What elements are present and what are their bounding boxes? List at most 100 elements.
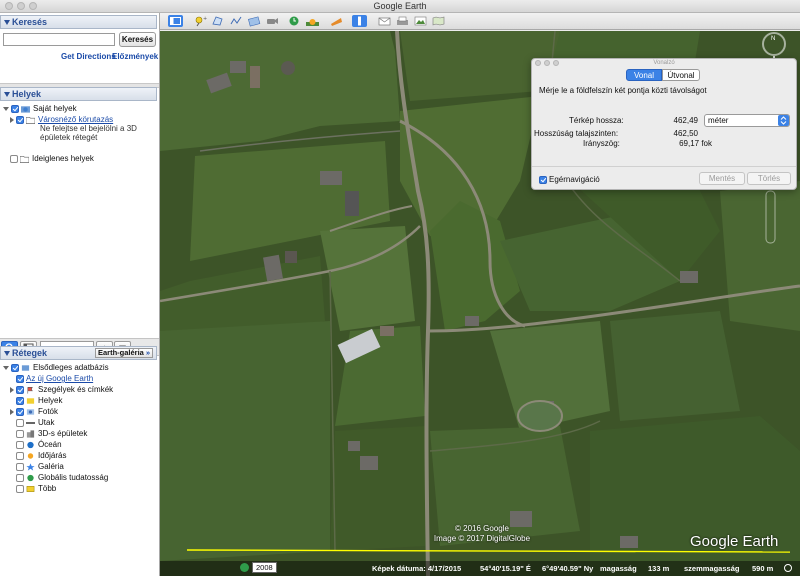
- earth-gallery-button[interactable]: Earth-galéria »: [95, 348, 153, 358]
- weather-icon: [27, 452, 34, 459]
- star-icon: [26, 462, 35, 471]
- expand-arrow-icon[interactable]: [10, 386, 14, 393]
- layer-checkbox[interactable]: [16, 451, 24, 460]
- print-button[interactable]: [395, 15, 410, 27]
- places-item-my-places[interactable]: Saját helyek: [3, 103, 77, 114]
- layer-checkbox[interactable]: [16, 440, 24, 449]
- ruler-icon: [358, 16, 361, 26]
- streaming-indicator-icon: [784, 564, 792, 572]
- sightseeing-link[interactable]: Városnéző körutazás: [38, 115, 113, 124]
- tab-path[interactable]: Útvonal: [662, 69, 700, 81]
- switch-planet-button[interactable]: [329, 15, 344, 27]
- copyright-google: © 2016 Google: [455, 524, 509, 533]
- search-panel-header[interactable]: Keresés: [0, 15, 157, 29]
- layer-label: Fotók: [38, 407, 59, 416]
- layer-item[interactable]: Fotók: [10, 406, 58, 417]
- sidebar-toggle-button[interactable]: [168, 15, 183, 27]
- layer-label: Helyek: [38, 396, 63, 405]
- layers-panel-header[interactable]: Rétegek Earth-galéria »: [0, 346, 157, 360]
- mouse-navigation-label: Egérnavigáció: [549, 175, 600, 184]
- new-google-earth-link[interactable]: Az új Google Earth: [26, 374, 93, 383]
- layer-label: Időjárás: [38, 451, 67, 460]
- layer-checkbox[interactable]: [16, 484, 24, 493]
- places-item-temporary[interactable]: Ideiglenes helyek: [10, 153, 94, 164]
- checkbox[interactable]: [10, 154, 18, 163]
- image-icon: [414, 16, 427, 26]
- unit-select[interactable]: méter: [704, 114, 790, 127]
- checkbox[interactable]: [16, 115, 24, 124]
- layer-item[interactable]: Helyek: [10, 395, 62, 406]
- folder-icon: [20, 155, 29, 163]
- layer-item[interactable]: Időjárás: [10, 450, 66, 461]
- layer-item[interactable]: Galéria: [10, 461, 64, 472]
- ruler-button[interactable]: [352, 15, 367, 27]
- expand-arrow-icon[interactable]: [10, 408, 14, 415]
- layer-item[interactable]: Szegélyek és címkék: [10, 384, 113, 395]
- collapse-triangle-icon: [4, 92, 10, 97]
- layer-item[interactable]: 3D-s épületek: [10, 428, 87, 439]
- field: [610, 311, 740, 421]
- layer-checkbox[interactable]: [16, 429, 24, 438]
- search-input[interactable]: [3, 33, 115, 46]
- layer-checkbox[interactable]: [16, 374, 24, 383]
- layer-item[interactable]: Az új Google Earth: [10, 373, 93, 384]
- add-polygon-button[interactable]: [211, 15, 226, 27]
- expand-arrow-icon[interactable]: [3, 365, 9, 370]
- layer-checkbox[interactable]: [16, 462, 24, 471]
- email-button[interactable]: [377, 15, 392, 27]
- planet-icon: [331, 18, 342, 26]
- folder-icon: [26, 485, 35, 492]
- layer-item[interactable]: Több: [10, 483, 56, 494]
- layer-item[interactable]: Elsődleges adatbázis: [3, 362, 109, 373]
- sunlight-button[interactable]: [305, 15, 320, 27]
- save-button[interactable]: Mentés: [699, 172, 745, 185]
- record-tour-button[interactable]: [265, 15, 280, 27]
- places-panel-title: Helyek: [12, 89, 42, 99]
- layer-checkbox[interactable]: [11, 363, 19, 372]
- road-icon: [26, 421, 35, 424]
- unit-select-value: méter: [708, 116, 729, 125]
- sightseeing-hint-line1: Ne felejtse el bejelölni a 3D: [40, 124, 137, 133]
- pushpin-icon: +: [195, 16, 207, 27]
- window-title: Google Earth: [373, 1, 427, 11]
- ground-length-label: Hosszúság talajszinten:: [534, 129, 619, 138]
- double-chevron-right-icon: »: [145, 348, 150, 357]
- layer-checkbox[interactable]: [16, 396, 24, 405]
- layer-checkbox[interactable]: [16, 418, 24, 427]
- save-image-button[interactable]: [413, 15, 428, 27]
- places-icon: [26, 397, 35, 404]
- expand-arrow-icon[interactable]: [10, 116, 14, 123]
- layer-item[interactable]: Óceán: [10, 439, 62, 450]
- historical-imagery-button[interactable]: [287, 15, 302, 27]
- get-directions-link[interactable]: Get Directions: [61, 52, 116, 61]
- polygon-icon: [212, 16, 223, 26]
- layer-item[interactable]: Utak: [10, 417, 54, 428]
- ruler-instruction: Mérje le a földfelszín két pontja közti …: [539, 86, 707, 95]
- mouse-navigation-checkbox[interactable]: [539, 175, 547, 184]
- add-image-overlay-button[interactable]: [247, 15, 262, 27]
- add-path-button[interactable]: [229, 15, 244, 27]
- search-button[interactable]: Keresés: [119, 32, 156, 47]
- places-panel-header[interactable]: Helyek: [0, 87, 157, 101]
- year-indicator[interactable]: 2008: [252, 562, 277, 573]
- database-icon: [21, 364, 30, 371]
- history-link[interactable]: Előzmények: [112, 52, 158, 61]
- layer-item[interactable]: Globális tudatosság: [10, 472, 108, 483]
- layer-checkbox[interactable]: [16, 407, 24, 416]
- google-earth-logo: Google Earth: [690, 533, 779, 550]
- layer-checkbox[interactable]: [16, 473, 24, 482]
- layer-checkbox[interactable]: [16, 385, 24, 394]
- eye-altitude-label: szemmagasság: [684, 564, 740, 573]
- add-placemark-button[interactable]: +: [193, 15, 208, 27]
- expand-arrow-icon[interactable]: [3, 106, 9, 111]
- checkbox[interactable]: [11, 104, 19, 113]
- eye-altitude-value: 590 m: [752, 564, 774, 573]
- tab-line[interactable]: Vonal: [626, 69, 662, 81]
- sightseeing-hint-line2: épületek rétegét: [40, 133, 98, 142]
- longitude: 6°49'40.59" Ny: [542, 564, 594, 573]
- mouse-navigation-toggle[interactable]: Egérnavigáció: [539, 174, 600, 185]
- copyright-imagery: Image © 2017 DigitalGlobe: [433, 534, 531, 543]
- clear-button[interactable]: Törlés: [747, 172, 791, 185]
- historical-clock-icon[interactable]: [240, 563, 249, 572]
- view-in-maps-button[interactable]: [431, 15, 446, 27]
